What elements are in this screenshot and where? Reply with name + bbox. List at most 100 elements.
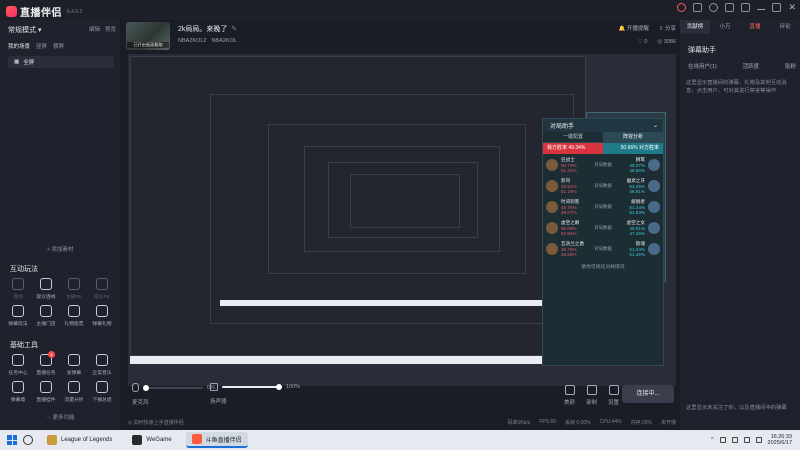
win-rate-bar: 我方胜率 49.34% 50.66% 对方胜率 (543, 143, 663, 154)
volume-icon[interactable] (755, 437, 762, 443)
mic-icon (12, 278, 24, 290)
tool-stream-summary[interactable]: 下播总结 (88, 381, 116, 403)
mic-icon[interactable] (132, 383, 139, 392)
tool-audience-link[interactable]: 观众连线 (32, 278, 60, 300)
bell-icon[interactable] (693, 3, 703, 12)
add-material-button[interactable]: + 添加素材 (0, 245, 120, 253)
tab-contribution[interactable]: 贡献榜 (680, 20, 710, 34)
headset-icon[interactable] (709, 3, 719, 12)
tool-audience-pk[interactable]: 观众PK (88, 278, 116, 300)
search-icon[interactable] (23, 435, 33, 445)
nested-taskbar-2 (220, 300, 576, 306)
menu-icon[interactable] (741, 3, 751, 12)
tool-danmaku-play[interactable]: 弹幕玩法 (4, 305, 32, 327)
tray-app-icon[interactable] (731, 437, 738, 443)
tray-arrow-icon[interactable]: ^ (711, 437, 713, 443)
system-clock[interactable]: 16:26:33 2025/6/17 (768, 434, 792, 447)
edit-icon[interactable]: ✎ (231, 26, 237, 33)
tool-gift-vote[interactable]: 礼物投票 (60, 305, 88, 327)
windows-start-icon[interactable] (7, 435, 17, 445)
shield-icon (40, 278, 52, 290)
tool-live-widget[interactable]: 直播挂件 (32, 381, 60, 403)
speaker-icon[interactable] (210, 383, 218, 391)
app-logo: 直播伴侣 6.4.6.2 (6, 4, 82, 19)
chart-icon (68, 381, 80, 393)
tool-link[interactable]: 连线 (4, 278, 32, 300)
room-category[interactable]: NBA2KOL2 NBA2KOL (178, 38, 237, 44)
tab-landscape[interactable]: 横屏 (53, 42, 64, 50)
category-tag: NBA2KOL (211, 38, 237, 44)
scene-item-fullscreen[interactable]: ▦ 全屏 (8, 56, 114, 68)
tab-portrait[interactable]: 竖屏 (36, 42, 47, 50)
tool-danmaku-gift[interactable]: 弹幕礼物 (88, 305, 116, 327)
quick-start-link[interactable]: ◎ 如何快速上手直播伴侣 (128, 419, 184, 426)
tool-anchor-store[interactable]: 主播门店 (32, 305, 60, 327)
danmaku-hint-bottom: 这里显示未关注了你，以及直播间中的弹幕 (686, 405, 787, 411)
match-assistant-card: 对局助手 ⌄ 一键配置 阵容分析 我方胜率 49.34% 50.66% 对方胜率… (542, 118, 664, 366)
tool-live-task[interactable]: 1 直播任务 (32, 351, 60, 376)
record-icon (586, 385, 597, 395)
tab-activity[interactable]: 活跃度 (743, 62, 760, 70)
lol-icon (47, 435, 57, 445)
preview-button[interactable]: 预览 (105, 25, 116, 35)
more-functions-button[interactable]: ··· 更多功能 (0, 413, 120, 421)
room-title[interactable]: 2k局局。来晚了 ✎ (178, 24, 237, 34)
tool-task-center[interactable]: 任务中心 (4, 354, 32, 376)
scene-mode-select[interactable]: 常规模式 ▾ (8, 25, 41, 35)
tool-anchor-pk[interactable]: 主播PK (60, 278, 88, 300)
tool-music[interactable]: 正常音乐 (88, 354, 116, 376)
record-button[interactable]: 录制 (586, 385, 597, 406)
champion-avatar (546, 179, 558, 192)
tab-online-users[interactable]: 在线用户(1) (688, 62, 717, 70)
tab-xiaowan[interactable]: 小万 (710, 20, 740, 34)
tab-my-scenes[interactable]: 我的场景 (8, 42, 30, 50)
taskbar-app-wegame[interactable]: WeGame (126, 432, 177, 448)
live-status: 未开播 (660, 419, 676, 426)
tab-lineup-analysis[interactable]: 阵容分析 (603, 132, 663, 142)
live-reminder-button[interactable]: 🔔 开播提醒 (618, 24, 648, 32)
tab-fans[interactable]: 贴粉 (785, 62, 796, 70)
speaker-volume-slider[interactable] (222, 384, 282, 390)
close-button[interactable]: ✕ (788, 3, 796, 12)
beauty-button[interactable]: 美颜 (564, 385, 575, 406)
title-bar: 直播伴侣 6.4.6.2 ✕ (0, 0, 800, 20)
taskbar-app-lol[interactable]: League of Legends (41, 432, 118, 448)
share-button[interactable]: ⇪ 分享 (659, 24, 676, 32)
champion-avatar (648, 221, 660, 234)
tab-live[interactable]: 直播 (740, 20, 770, 34)
like-count: ♡ 0 (637, 39, 648, 45)
maximize-button[interactable] (772, 3, 782, 12)
collapse-icon[interactable]: ⌄ (653, 122, 658, 129)
left-sidebar: 常规模式 ▾ 编辑 预览 我的场景 竖屏 横屏 ▦ 全屏 + 添加素材 互动玩法… (0, 20, 120, 430)
tray-app-icon[interactable] (719, 437, 726, 443)
champion-avatar (648, 179, 660, 192)
pin-icon[interactable] (677, 3, 687, 12)
matchup-row: 虚空之眼 50.09% 52.84% 对局数据 虚空之女 49.91% 47.16% (543, 217, 663, 238)
matchup-row: 时间刺客 48.76% 48.07% 对局数据 解脱者 51.24% 51.93% (543, 196, 663, 217)
vote-icon (68, 305, 80, 317)
network-icon[interactable] (743, 437, 750, 443)
champion-avatar (648, 158, 660, 171)
speaker-volume-value: 100% (286, 384, 301, 390)
store-icon (40, 305, 52, 317)
minimize-button[interactable] (757, 9, 766, 10)
room-info-bar: 已开启画面截取 2k局局。来晚了 ✎ NBA2KOL2 NBA2KOL 🔔 开播提醒… (124, 20, 680, 50)
fullscreen-icon[interactable] (725, 3, 735, 12)
grid-icon: ▦ (14, 59, 20, 65)
tab-comments[interactable]: 评论 (770, 20, 800, 34)
tool-send-danmaku[interactable]: 发弹幕 (60, 354, 88, 376)
mic-volume-slider[interactable] (143, 384, 203, 391)
card-title: 对局助手 (550, 124, 575, 130)
memory-status: 内存:26% (630, 419, 652, 426)
room-cover[interactable]: 已开启画面截取 (126, 22, 170, 50)
download-icon (96, 354, 108, 366)
tool-traffic-analysis[interactable]: 流量分析 (60, 381, 88, 403)
settings-button[interactable]: 设置 (608, 385, 619, 406)
taskbar-app-douyu[interactable]: 斗鱼直播伴侣 (185, 432, 248, 448)
tab-one-click-config[interactable]: 一键配置 (543, 132, 603, 142)
audio-bar: 0% 麦克风 100% 扬声器 美颜 录制 设置 连接中... (124, 383, 680, 411)
tool-danmaku-wall[interactable]: 弹幕墙 (4, 381, 32, 403)
users-icon (96, 278, 108, 290)
connect-button[interactable]: 连接中... (622, 385, 674, 403)
edit-button[interactable]: 编辑 (89, 25, 100, 35)
